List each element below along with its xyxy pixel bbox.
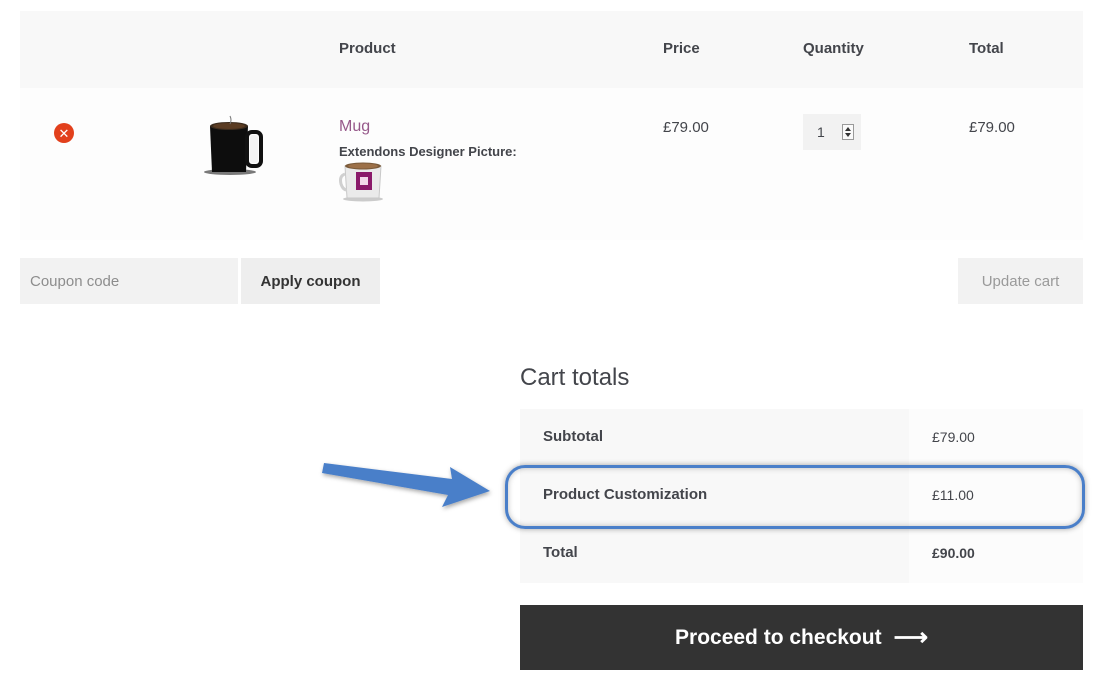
apply-coupon-button[interactable]: Apply coupon [241, 258, 380, 304]
update-cart-button[interactable]: Update cart [958, 258, 1083, 304]
arrow-right-icon: ⟶ [893, 624, 928, 651]
total-row: Total £90.00 [520, 525, 1083, 583]
arrow-icon [322, 463, 490, 507]
checkout-label: Proceed to checkout [675, 625, 882, 649]
product-thumbnail[interactable] [200, 112, 266, 178]
spinner-down-icon[interactable] [845, 133, 851, 137]
quantity-spinner[interactable] [842, 124, 854, 140]
cart-table-header [20, 11, 1083, 88]
spinner-up-icon[interactable] [845, 127, 851, 131]
customization-row: Product Customization £11.00 [520, 467, 1083, 525]
cart-totals-title: Cart totals [520, 364, 630, 391]
customization-label: Product Customization [543, 486, 708, 503]
total-value: £90.00 [932, 545, 975, 561]
annotation-arrow [318, 455, 498, 515]
designer-picture-image [337, 160, 393, 202]
header-price: Price [663, 40, 700, 57]
item-price: £79.00 [663, 119, 709, 136]
customization-value: £11.00 [932, 487, 974, 503]
header-product: Product [339, 40, 396, 57]
quantity-value[interactable]: 1 [817, 124, 825, 140]
total-label: Total [543, 544, 578, 561]
product-name-link[interactable]: Mug [339, 118, 370, 136]
item-total: £79.00 [969, 119, 1015, 136]
custom-mug-icon [339, 162, 383, 202]
cart-item-row [20, 88, 1083, 240]
subtotal-label: Subtotal [543, 428, 603, 445]
subtotal-row: Subtotal £79.00 [520, 409, 1083, 467]
remove-circle-icon: ✕ [58, 125, 70, 141]
header-quantity: Quantity [803, 40, 864, 57]
mug-image [204, 115, 263, 175]
remove-item-button[interactable]: ✕ [54, 123, 74, 143]
proceed-to-checkout-button[interactable]: Proceed to checkout ⟶ [520, 605, 1083, 670]
header-total: Total [969, 40, 1004, 57]
subtotal-value: £79.00 [932, 429, 975, 445]
coupon-code-input[interactable] [20, 258, 238, 304]
designer-picture-label: Extendons Designer Picture: [339, 144, 517, 159]
